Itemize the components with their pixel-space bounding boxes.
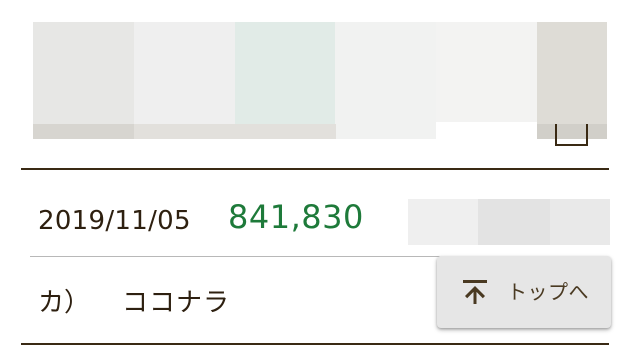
blurred-cell xyxy=(537,22,608,139)
transaction-amount: 841,830 xyxy=(228,198,364,236)
blurred-cell xyxy=(234,22,336,139)
scroll-to-top-label: トップへ xyxy=(507,280,589,304)
blurred-cell xyxy=(436,22,538,122)
section-divider-bottom xyxy=(21,343,609,345)
checkbox-partial[interactable] xyxy=(555,124,588,146)
blurred-cell xyxy=(408,199,478,245)
blurred-cell xyxy=(550,199,610,245)
blurred-cell xyxy=(133,22,235,139)
payee-prefix: カ） xyxy=(38,288,91,318)
row-divider xyxy=(30,256,440,257)
blurred-cell xyxy=(478,199,550,245)
blurred-cell xyxy=(335,22,437,139)
arrow-up-to-bar-icon xyxy=(461,279,489,305)
blurred-row-region xyxy=(408,199,610,245)
scroll-to-top-button[interactable]: トップへ xyxy=(437,256,611,328)
transaction-date: 2019/11/05 xyxy=(38,206,191,236)
payee-name: ココナラ xyxy=(122,288,231,318)
blurred-cell xyxy=(33,22,134,139)
blurred-header-region xyxy=(33,22,608,139)
section-divider xyxy=(21,168,609,170)
blurred-band xyxy=(33,124,607,139)
